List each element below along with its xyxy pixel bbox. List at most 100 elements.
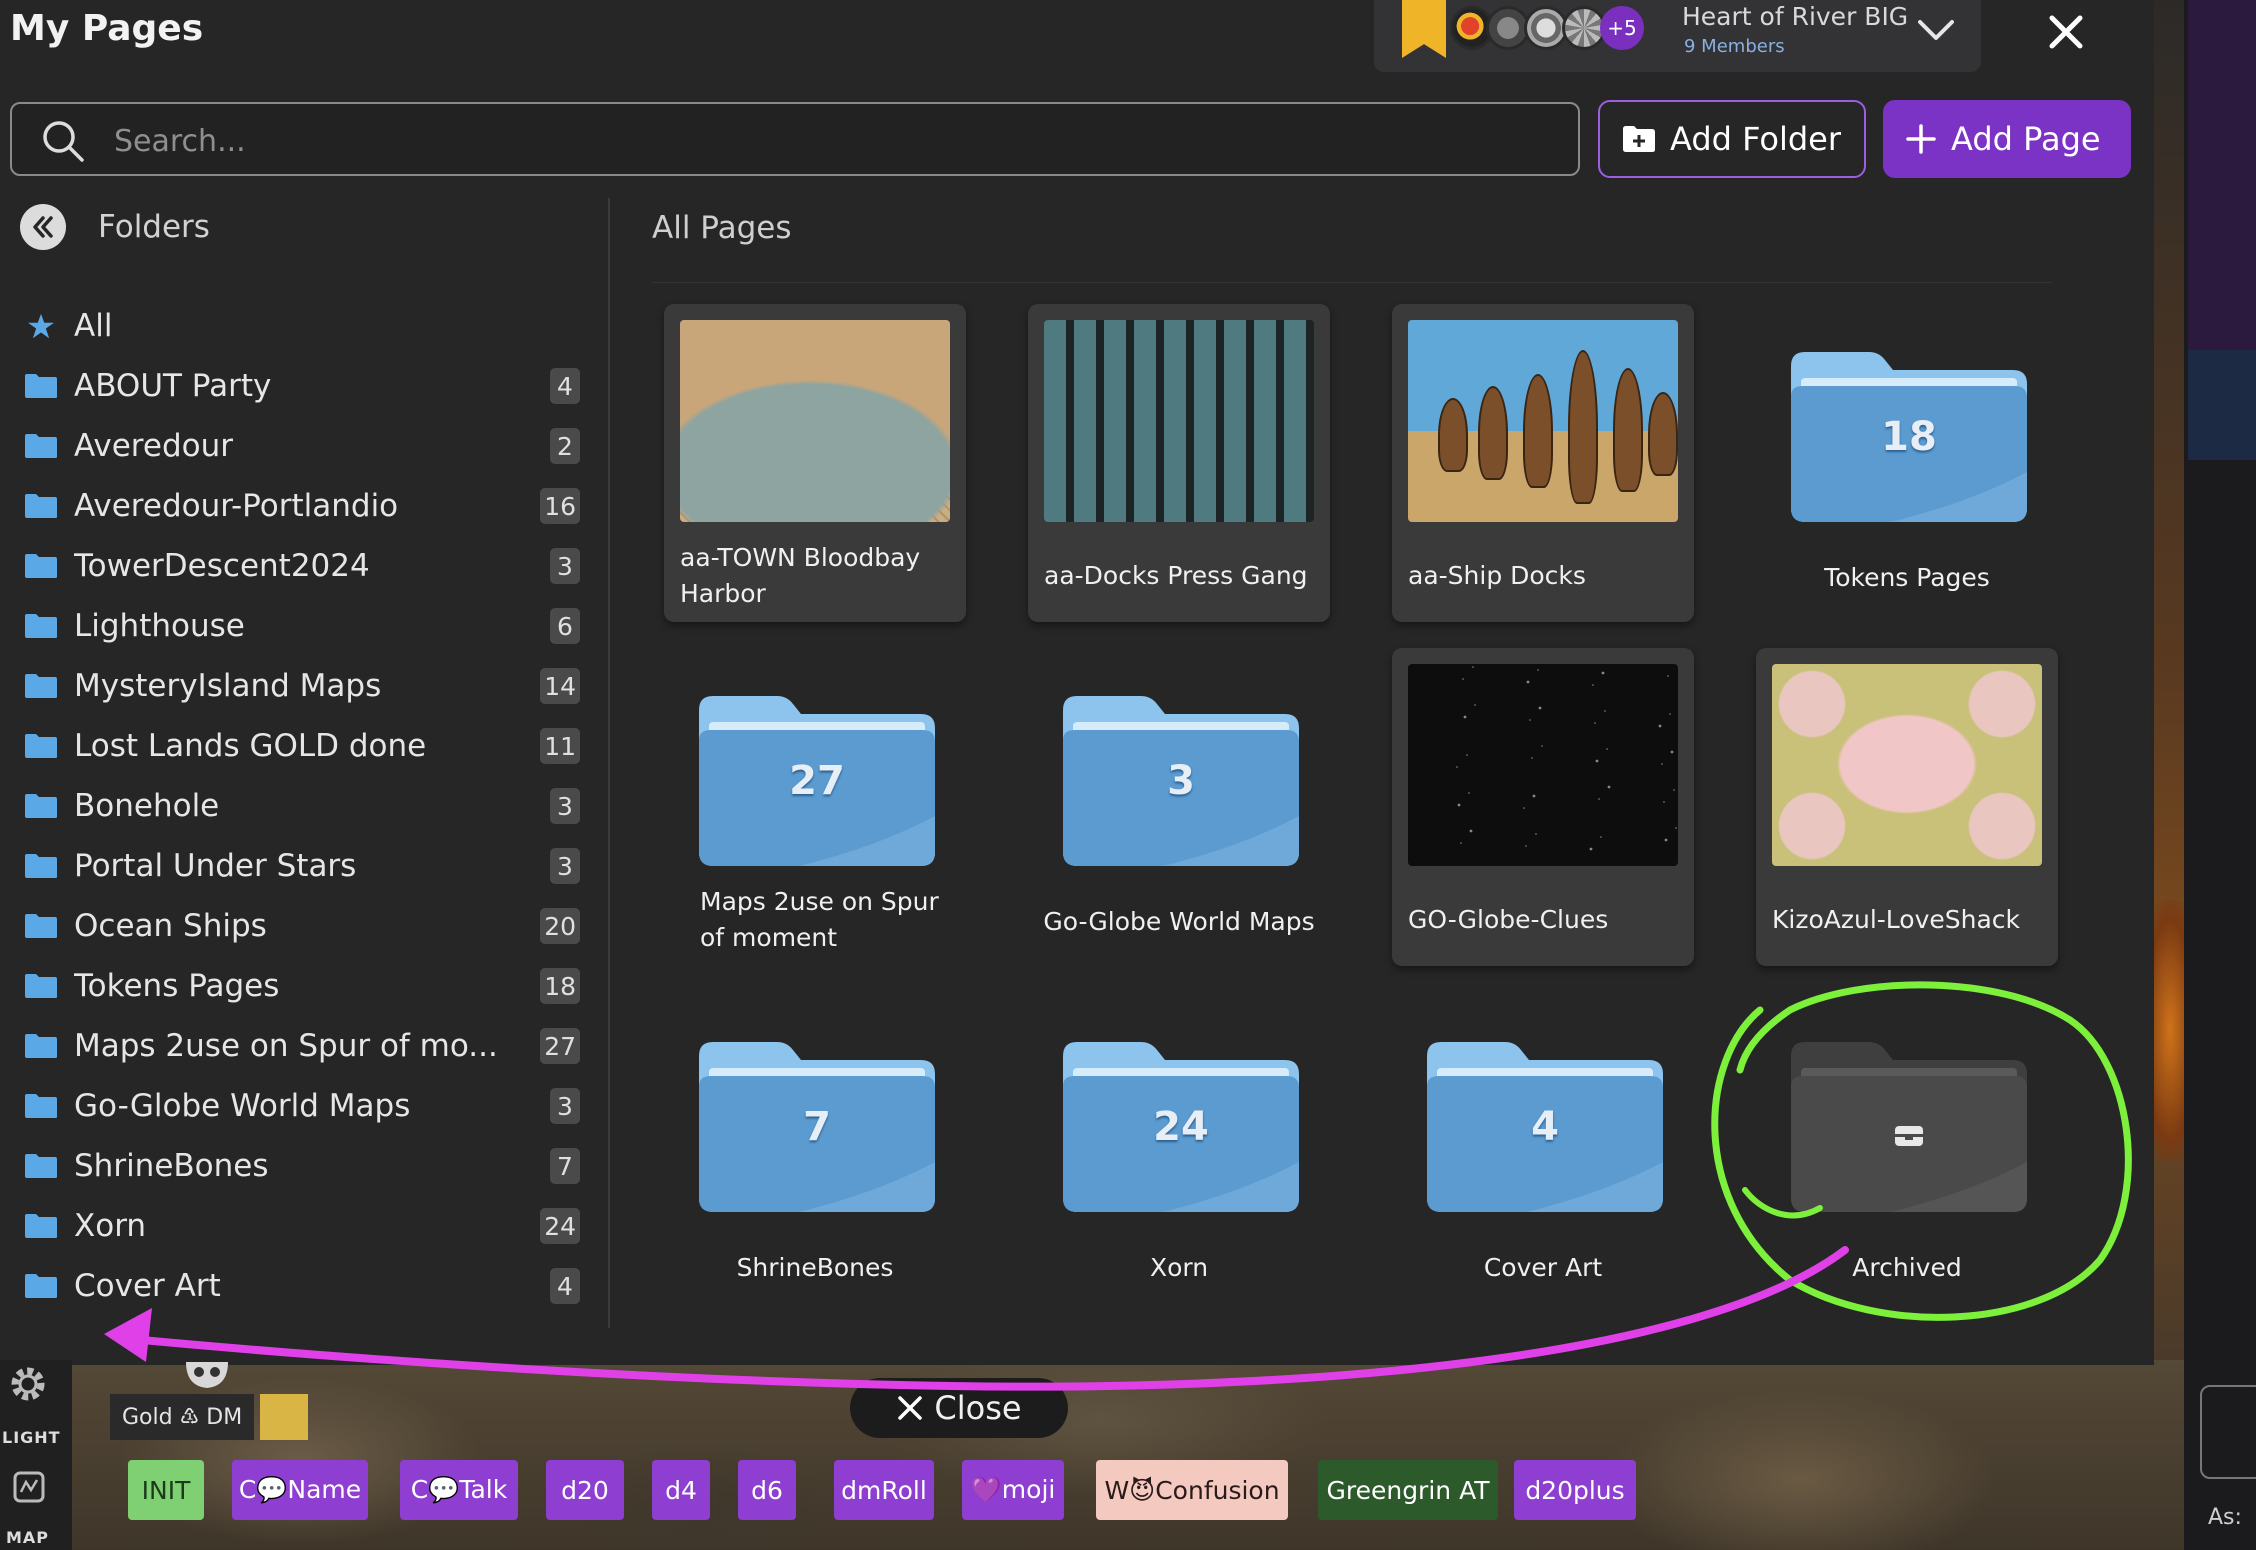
divider [652, 282, 2052, 283]
folder-page-count: 24 [1153, 1104, 1209, 1150]
folder-card[interactable]: 3 Go-Globe World Maps [1028, 648, 1330, 966]
close-icon [898, 1396, 923, 1420]
right-panel: As: [2184, 0, 2256, 1550]
folder-count-badge: 24 [540, 1208, 580, 1244]
macro-button[interactable]: d6 [738, 1460, 796, 1520]
map-icon[interactable] [12, 1470, 46, 1504]
sidebar-item[interactable]: Cover Art 4 [24, 1256, 580, 1316]
sidebar-item[interactable]: MysteryIsland Maps 14 [24, 656, 580, 716]
macro-button[interactable]: C💬Name [232, 1460, 368, 1520]
macro-button[interactable]: d4 [652, 1460, 710, 1520]
section-heading: All Pages [652, 210, 792, 246]
ship-icon [1523, 374, 1553, 488]
folder-card[interactable]: 4 Cover Art [1392, 994, 1694, 1312]
page-title: My Pages [10, 8, 204, 49]
folder-icon [25, 914, 57, 938]
folder-page-count: 3 [1167, 758, 1195, 804]
page-card[interactable]: aa-Docks Press Gang [1028, 304, 1330, 622]
sidebar-item[interactable]: Go-Globe World Maps 3 [24, 1076, 580, 1136]
sidebar-item[interactable]: Tokens Pages 18 [24, 956, 580, 1016]
archived-folder-card[interactable]: Archived [1756, 994, 2058, 1312]
folder-count-badge: 3 [550, 548, 580, 584]
double-chevron-left-icon [33, 216, 53, 238]
speak-as-box[interactable] [2200, 1385, 2256, 1479]
sidebar-item-label: Tokens Pages [74, 968, 280, 1004]
sidebar-item[interactable]: TowerDescent2024 3 [24, 536, 580, 596]
sidebar-item[interactable]: Xorn 24 [24, 1196, 580, 1256]
sidebar-item[interactable]: Portal Under Stars 3 [24, 836, 580, 896]
folder-icon [25, 494, 57, 518]
macro-button[interactable]: INIT [128, 1460, 204, 1520]
collapse-sidebar-button[interactable] [20, 204, 66, 250]
close-button[interactable]: Close [850, 1378, 1068, 1438]
sidebar-item[interactable]: Lost Lands GOLD done 11 [24, 716, 580, 776]
page-card[interactable]: aa-TOWN Bloodbay Harbor [664, 304, 966, 622]
folders-label: Folders [98, 209, 210, 245]
sidebar-item[interactable]: ABOUT Party 4 [24, 356, 580, 416]
search-field[interactable] [10, 102, 1580, 176]
bookmark-icon [1402, 0, 1446, 58]
sidebar-item[interactable]: Averedour 2 [24, 416, 580, 476]
page-thumbnail [1044, 320, 1314, 522]
macro-button[interactable]: Greengrin AT [1318, 1460, 1498, 1520]
folder-count-badge: 27 [540, 1028, 580, 1064]
chevron-down-icon[interactable] [1914, 8, 1958, 52]
folder-icon [25, 974, 57, 998]
folder-icon [25, 1154, 57, 1178]
folder-card-label: Xorn [1149, 1253, 1209, 1282]
player-color-swatch[interactable] [260, 1394, 308, 1440]
group-selector[interactable]: +5 Heart of River BIG 9 Members [1374, 0, 1981, 72]
macro-button[interactable]: W😈Confusion [1096, 1460, 1288, 1520]
search-input[interactable] [112, 118, 1516, 164]
close-icon[interactable] [2040, 6, 2092, 58]
folder-count-badge: 14 [540, 668, 580, 704]
folder-icon [25, 794, 57, 818]
page-card[interactable]: GO-Globe-Clues [1392, 648, 1694, 966]
folder-list: All ABOUT Party 4 Averedour 2 Averedour-Portl… [24, 296, 580, 1316]
folder-card-label: Go-Globe World Maps [1043, 907, 1315, 936]
macro-button[interactable]: d20plus [1514, 1460, 1636, 1520]
sidebar-item[interactable]: Bonehole 3 [24, 776, 580, 836]
sidebar-item-label: All [74, 308, 113, 344]
folder-count-badge: 4 [550, 368, 580, 404]
my-pages-modal: My Pages +5 Heart of River BIG 9 Members… [0, 0, 2154, 1365]
sidebar-item-label: Go-Globe World Maps [74, 1088, 411, 1124]
sidebar-item[interactable]: Maps 2use on Spur of mo... 27 [24, 1016, 580, 1076]
gear-icon[interactable] [6, 1362, 50, 1406]
folder-card[interactable]: 24 Xorn [1028, 994, 1330, 1312]
macro-button[interactable]: C💬Talk [400, 1460, 518, 1520]
folder-card[interactable]: 27 Maps 2use on Spur of moment [664, 648, 966, 966]
add-page-button[interactable]: Add Page [1883, 100, 2131, 178]
folder-card[interactable]: 7 ShrineBones [664, 994, 966, 1312]
sidebar-item-label: Portal Under Stars [74, 848, 357, 884]
sidebar-item[interactable]: Lighthouse 6 [24, 596, 580, 656]
folder-icon [25, 1094, 57, 1118]
page-card[interactable]: KizoAzul-LoveShack [1756, 648, 2058, 966]
archive-box-icon [1895, 1126, 1923, 1146]
folder-card[interactable]: 18 Tokens Pages [1756, 304, 2058, 622]
macro-button[interactable]: dmRoll [834, 1460, 934, 1520]
folder-icon [25, 1034, 57, 1058]
ship-icon [1478, 386, 1508, 480]
sidebar-item[interactable]: Ocean Ships 20 [24, 896, 580, 956]
page-card-label: aa-Ship Docks [1408, 561, 1586, 590]
sidebar-item-label: ABOUT Party [74, 368, 272, 404]
sidebar-item-label: MysteryIsland Maps [74, 668, 382, 704]
macro-button[interactable]: d20 [546, 1460, 624, 1520]
star-icon [28, 313, 54, 339]
sidebar-item-label: Lost Lands GOLD done [74, 728, 427, 764]
page-card[interactable]: aa-Ship Docks [1392, 304, 1694, 622]
macro-button[interactable]: 💜moji [962, 1460, 1064, 1520]
sidebar-item[interactable]: ShrineBones 7 [24, 1136, 580, 1196]
folder-icon [25, 374, 57, 398]
folder-card-label: Cover Art [1483, 1253, 1603, 1282]
map-tool-label[interactable]: MAP [6, 1528, 49, 1547]
folder-icon [25, 434, 57, 458]
light-tool-label[interactable]: LIGHT [2, 1428, 61, 1447]
player-tag[interactable]: Gold ♳ DM [110, 1394, 255, 1440]
sidebar-item[interactable]: All [24, 296, 560, 356]
sidebar-item[interactable]: Averedour-Portlandio 16 [24, 476, 580, 536]
folder-icon [25, 1274, 57, 1298]
sidebar-item-label: Bonehole [74, 788, 220, 824]
add-folder-button[interactable]: Add Folder [1598, 100, 1866, 178]
